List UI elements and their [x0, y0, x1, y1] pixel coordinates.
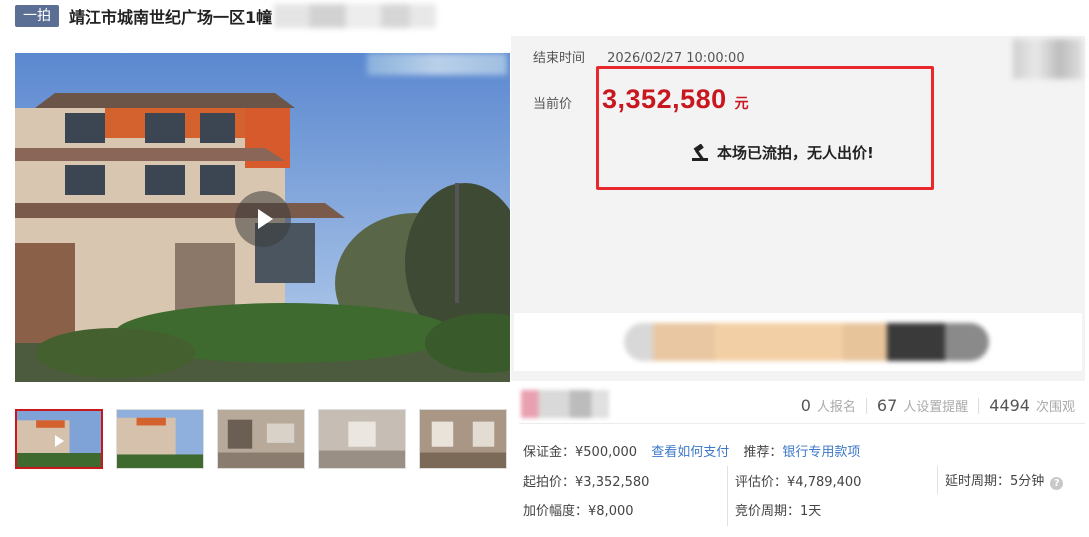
price-panel: 结束时间 2026/02/27 10:00:00 当前价 3,352,580 元…: [511, 36, 1085, 381]
thumbnail-interior-3[interactable]: [419, 409, 507, 469]
reminder-count: 67: [876, 396, 898, 415]
redacted-bid-button[interactable]: [624, 323, 989, 361]
start-price-label: 起拍价：: [523, 475, 576, 490]
stats-row: 0 人报名 67 人设置提醒 4494 次围观: [519, 388, 1085, 424]
gavel-icon: [692, 143, 708, 161]
page-title: 靖江市城南世纪广场一区1幢: [69, 8, 273, 27]
thumbnail-interior-1[interactable]: [217, 409, 305, 469]
delay-row: 延时周期：5分钟?: [945, 470, 1064, 490]
delay-value: 5分钟: [1010, 474, 1045, 489]
redacted-stats-blur: [521, 390, 609, 418]
current-price-label: 当前价: [533, 97, 573, 112]
stat-divider: [978, 397, 980, 414]
appraisal-label: 评估价：: [735, 475, 788, 490]
thumbnail-interior-2[interactable]: [318, 409, 406, 469]
start-price-value: ¥3,352,580: [575, 475, 650, 490]
auction-round-badge: 一拍: [15, 5, 59, 27]
stat-divider: [865, 397, 867, 414]
title-bar: 一拍 靖江市城南世纪广场一区1幢: [15, 4, 437, 28]
title-redacted-blur: [274, 4, 437, 28]
info-divider: [937, 466, 938, 494]
end-time-row: 结束时间 2026/02/27 10:00:00: [533, 47, 745, 66]
redacted-blur-top-right: [1013, 39, 1083, 79]
deposit-label: 保证金：: [523, 445, 576, 460]
bank-payment-link[interactable]: 银行专用款项: [782, 445, 860, 460]
bid-cycle-value: 1天: [800, 504, 822, 519]
view-label: 次围观: [1035, 400, 1075, 415]
info-divider: [727, 466, 728, 526]
increment-row: 加价幅度：¥8,000: [523, 500, 634, 519]
play-icon: [55, 435, 64, 447]
bid-action-band: [514, 313, 1082, 371]
watermark-redacted-blur: [367, 53, 507, 75]
signup-count: 0: [800, 396, 811, 415]
thumbnail-video[interactable]: [15, 409, 103, 469]
how-to-pay-link[interactable]: 查看如何支付: [651, 445, 729, 460]
end-time-value: 2026/02/27 10:00:00: [607, 51, 745, 66]
bid-cycle-row: 竞价周期：1天: [735, 500, 821, 519]
photo-thumbnails: [15, 409, 520, 471]
highlight-box: [596, 66, 934, 190]
appraisal-row: 评估价：¥4,789,400: [735, 471, 861, 490]
thumbnail-exterior[interactable]: [116, 409, 204, 469]
bid-cycle-label: 竞价周期：: [735, 504, 801, 519]
increment-label: 加价幅度：: [523, 504, 589, 519]
question-circle-icon[interactable]: ?: [1050, 477, 1064, 490]
signup-label: 人报名: [816, 400, 856, 415]
auction-status: 本场已流拍，无人出价!: [691, 142, 874, 163]
video-play-button[interactable]: [235, 191, 291, 247]
deposit-value: ¥500,000: [575, 445, 638, 460]
recommend-label: 推荐：: [743, 445, 783, 460]
reminder-label: 人设置提醒: [903, 400, 969, 415]
deposit-row: 保证金：¥500,000 查看如何支付 推荐：银行专用款项: [523, 441, 860, 460]
start-price-row: 起拍价：¥3,352,580: [523, 471, 649, 490]
stats-counters: 0 人报名 67 人设置提醒 4494 次围观: [801, 396, 1075, 415]
appraisal-value: ¥4,789,400: [787, 475, 862, 490]
main-property-photo[interactable]: [15, 53, 510, 382]
status-text: 本场已流拍，无人出价!: [717, 144, 874, 162]
increment-value: ¥8,000: [588, 504, 634, 519]
end-time-label: 结束时间: [533, 51, 586, 66]
view-count: 4494: [989, 396, 1030, 415]
delay-label: 延时周期：: [945, 474, 1011, 489]
